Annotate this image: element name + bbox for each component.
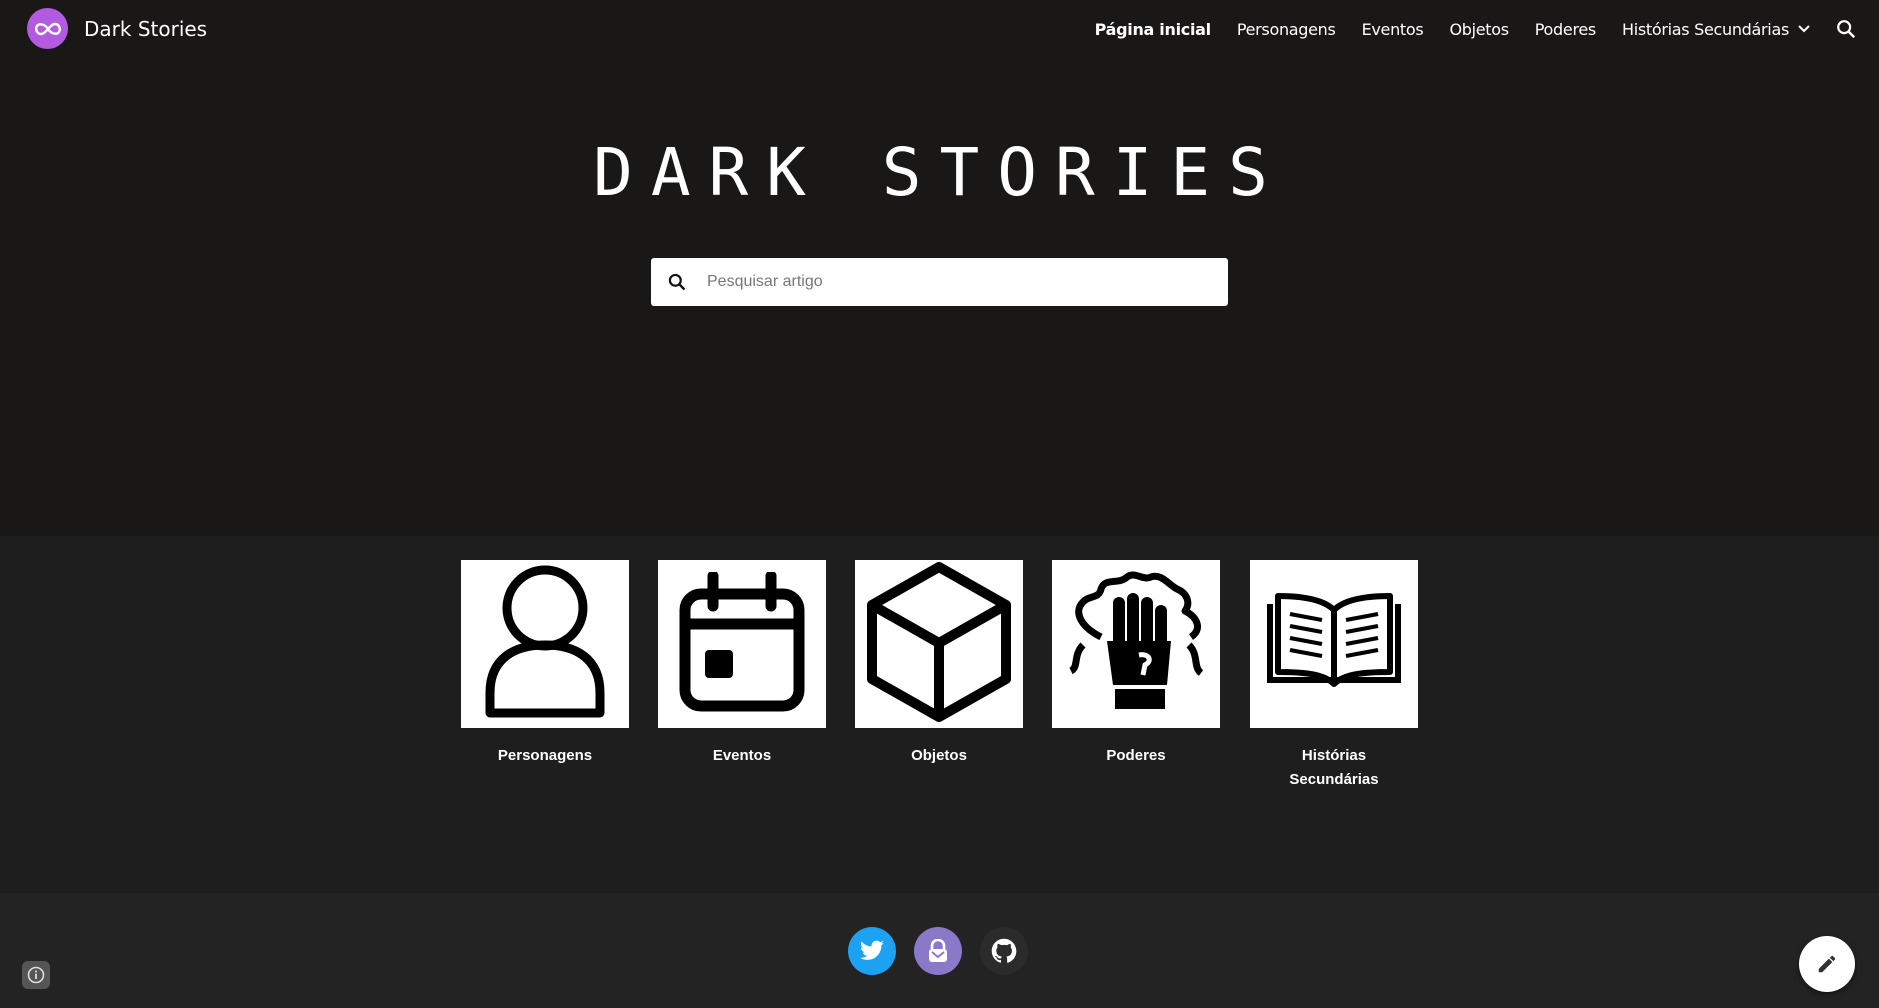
brand[interactable]: Dark Stories — [27, 8, 207, 49]
footer — [0, 893, 1879, 1008]
category-card-poderes[interactable]: Poderes — [1052, 560, 1220, 768]
category-card-eventos[interactable]: Eventos — [658, 560, 826, 768]
top-navigation-bar: Dark Stories Página inicial Personagens … — [0, 0, 1879, 58]
category-card-historias-secundarias[interactable]: Histórias Secundárias — [1250, 560, 1418, 792]
search-icon[interactable] — [1835, 18, 1857, 40]
nav-item-historias-secundarias-label: Histórias Secundárias — [1621, 19, 1789, 39]
search-input[interactable] — [707, 267, 1187, 297]
calendar-icon — [677, 570, 807, 717]
category-label[interactable]: Histórias Secundárias — [1250, 744, 1418, 792]
person-icon — [480, 563, 610, 726]
categories-section: Personagens Eventos Objetos Poderes Hist… — [0, 536, 1879, 893]
protonmail-icon[interactable] — [914, 927, 962, 975]
main-nav: Página inicial Personagens Eventos Objet… — [1069, 0, 1857, 58]
category-label[interactable]: Poderes — [1052, 744, 1220, 768]
category-card-objetos[interactable]: Objetos — [855, 560, 1023, 768]
site-title[interactable]: Dark Stories — [84, 17, 207, 41]
search-icon — [665, 270, 689, 294]
hero-title: DARK STORIES — [593, 134, 1286, 211]
nav-item-personagens[interactable]: Personagens — [1237, 20, 1336, 39]
social-links — [848, 927, 1046, 975]
category-label[interactable]: Eventos — [658, 744, 826, 768]
pencil-icon — [1816, 953, 1838, 975]
category-tile[interactable] — [1052, 560, 1220, 728]
cube-icon — [864, 561, 1014, 728]
twitter-icon[interactable] — [848, 927, 896, 975]
category-tile[interactable] — [461, 560, 629, 728]
search-box[interactable] — [651, 258, 1228, 306]
github-icon[interactable] — [980, 927, 1028, 975]
chevron-down-icon — [1797, 24, 1811, 34]
power-fist-icon — [1061, 567, 1211, 722]
nav-item-objetos[interactable]: Objetos — [1449, 20, 1509, 39]
info-icon[interactable] — [22, 961, 50, 989]
nav-item-pagina-inicial[interactable]: Página inicial — [1095, 20, 1212, 39]
category-tile[interactable] — [658, 560, 826, 728]
nav-item-poderes[interactable]: Poderes — [1535, 20, 1596, 39]
category-label[interactable]: Objetos — [855, 744, 1023, 768]
infinity-icon[interactable] — [27, 8, 68, 49]
open-book-icon — [1264, 592, 1404, 697]
edit-button[interactable] — [1799, 936, 1855, 992]
category-card-personagens[interactable]: Personagens — [461, 560, 629, 768]
nav-item-historias-secundarias[interactable]: Histórias Secundárias — [1622, 20, 1811, 39]
category-tile[interactable] — [855, 560, 1023, 728]
hero-section: DARK STORIES — [0, 58, 1879, 536]
category-tile[interactable] — [1250, 560, 1418, 728]
nav-item-eventos[interactable]: Eventos — [1362, 20, 1424, 39]
category-label[interactable]: Personagens — [461, 744, 629, 768]
